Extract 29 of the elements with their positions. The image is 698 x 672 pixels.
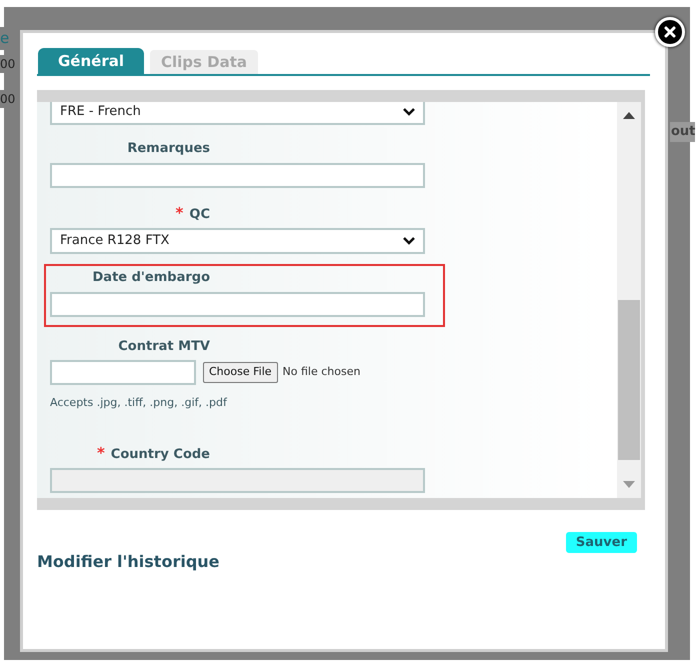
choose-file-button[interactable]: Choose File [203, 362, 278, 383]
field-label: Country Code [110, 446, 210, 464]
chevron-down-icon [403, 108, 415, 116]
dropdown[interactable]: FRE - French [50, 102, 425, 125]
background-text: e [0, 27, 10, 50]
scrollbar[interactable] [617, 102, 641, 498]
background-text: 00 [0, 55, 16, 73]
file-status: No file chosen [282, 364, 360, 380]
hint-text: Accepts .jpg, .tiff, .png, .gif, .pdf [50, 395, 228, 411]
field-label: Date d'embargo [92, 269, 210, 287]
background-text: 00 [0, 90, 16, 108]
field-label: Contrat MTV [118, 338, 210, 356]
required-mark: * [96, 442, 105, 464]
dropdown[interactable]: France R128 FTX [50, 228, 425, 254]
scroll-thumb[interactable] [618, 300, 640, 460]
text-field[interactable] [50, 360, 196, 385]
field-label: QC [189, 206, 210, 224]
text-field[interactable] [50, 292, 425, 316]
background-text: out [670, 122, 696, 142]
close-icon [664, 26, 676, 38]
tab[interactable]: Général [38, 48, 144, 74]
scroll-up-icon[interactable] [623, 112, 635, 119]
text-field[interactable] [50, 162, 425, 188]
section-title: Modifier l'historique [37, 551, 220, 573]
scroll-down-icon[interactable] [623, 481, 635, 488]
field-label: Remarques [127, 140, 210, 158]
save-button[interactable]: Sauver [566, 532, 637, 553]
chevron-down-icon [403, 237, 415, 245]
required-mark: * [176, 202, 184, 224]
